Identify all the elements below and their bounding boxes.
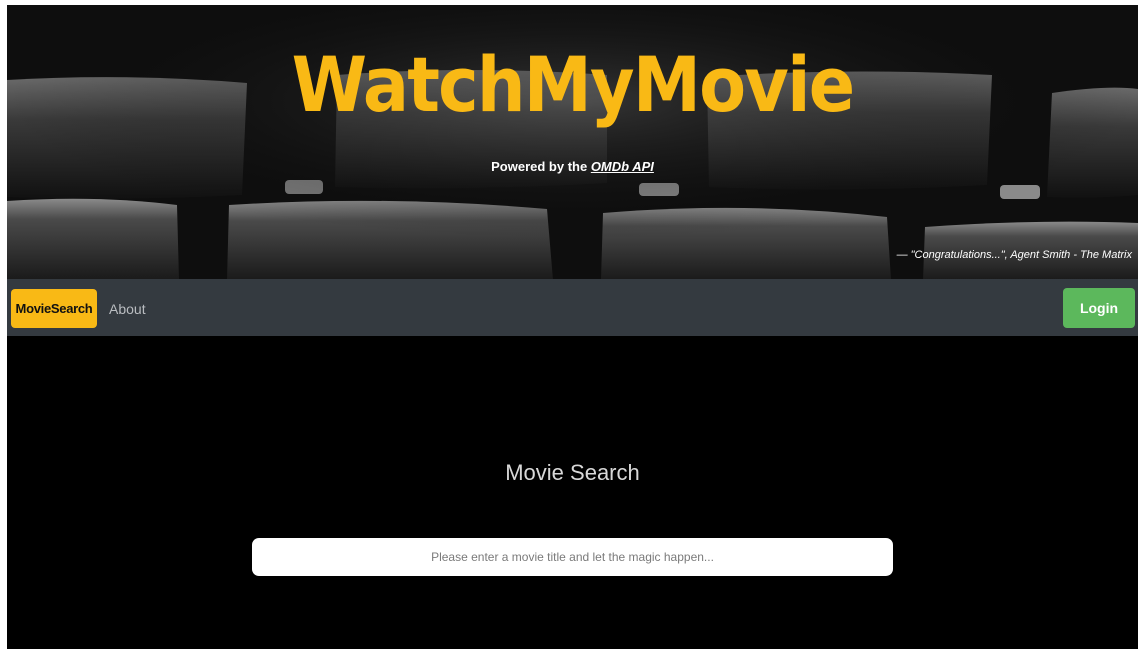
moviesearch-brand-button[interactable]: MovieSearch bbox=[11, 289, 97, 328]
movie-quote: — "Congratulations...", Agent Smith - Th… bbox=[896, 249, 1132, 261]
hero-banner: WatchMyMovie Powered by the OMDb API — "… bbox=[7, 5, 1138, 280]
movie-search-heading: Movie Search bbox=[505, 460, 640, 485]
page: WatchMyMovie Powered by the OMDb API — "… bbox=[7, 5, 1138, 649]
navbar: MovieSearch About Login bbox=[7, 279, 1138, 336]
omdb-api-link[interactable]: OMDb API bbox=[591, 159, 654, 174]
site-title: WatchMyMovie bbox=[291, 40, 855, 129]
movie-search-input[interactable] bbox=[252, 538, 893, 576]
powered-by-text: Powered by the OMDb API bbox=[7, 159, 1138, 174]
about-link[interactable]: About bbox=[109, 301, 146, 317]
powered-by-prefix: Powered by the bbox=[491, 159, 591, 174]
login-button[interactable]: Login bbox=[1063, 288, 1135, 328]
